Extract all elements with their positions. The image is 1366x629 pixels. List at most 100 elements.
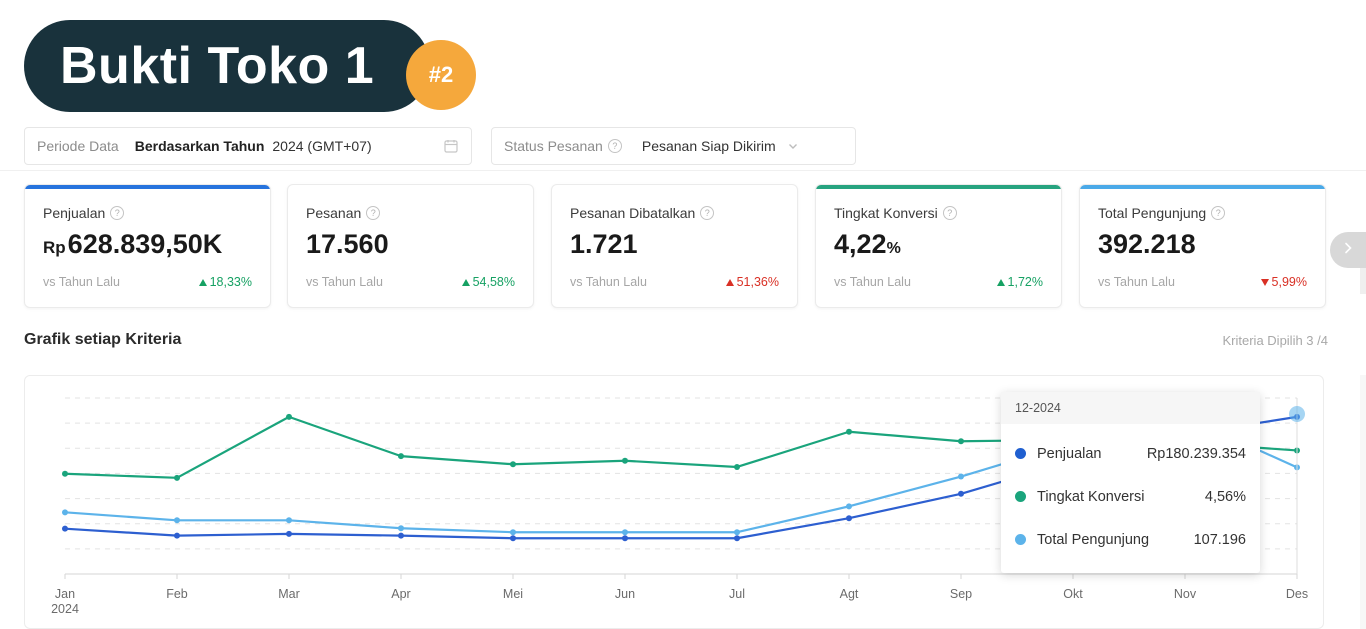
chart-point — [510, 535, 516, 542]
kpi-title: Pesanan Dibatalkan ? — [570, 205, 779, 221]
store-banner: Bukti Toko 1 #2 — [24, 20, 476, 112]
kpi-delta: 5,99% — [1260, 275, 1307, 289]
triangle-down-icon — [1260, 278, 1269, 286]
series-color-dot — [1015, 534, 1026, 545]
kpi-delta: 54,58% — [461, 275, 515, 289]
triangle-up-icon — [996, 278, 1005, 286]
filter-bar-divider — [0, 170, 1366, 171]
chart-point — [846, 428, 852, 435]
chart-point — [174, 474, 180, 481]
x-axis-year: 2024 — [51, 602, 79, 616]
kpi-card-total-pengunjung[interactable]: Total Pengunjung ? 392.218 vs Tahun Lalu… — [1079, 184, 1326, 308]
x-axis-tick: Feb — [166, 587, 188, 601]
chart-point — [398, 453, 404, 460]
kpi-delta-value: 18,33% — [209, 275, 252, 289]
triangle-up-icon — [725, 278, 734, 286]
tooltip-series-name: Penjualan — [1037, 445, 1102, 462]
chart-point — [958, 490, 964, 497]
chart-point — [622, 529, 628, 536]
chart-point — [846, 503, 852, 510]
tooltip-row: Penjualan Rp180.239.354 — [1015, 432, 1246, 475]
chart-point — [510, 461, 516, 468]
kpi-value-prefix: Rp — [43, 238, 66, 257]
tooltip-row: Total Pengunjung 107.196 — [1015, 518, 1246, 561]
chart-point — [62, 525, 68, 532]
tooltip-series-name: Total Pengunjung — [1037, 531, 1150, 548]
kpi-value: 17.560 — [306, 229, 515, 260]
kpi-value: 4,22% — [834, 229, 1043, 260]
kpi-title: Penjualan ? — [43, 205, 252, 221]
banner-pill: Bukti Toko 1 — [24, 20, 431, 112]
kpi-compare-label: vs Tahun Lalu — [1098, 275, 1175, 289]
x-axis-tick: Apr — [391, 587, 411, 601]
question-mark-icon[interactable]: ? — [942, 206, 957, 220]
chart-point — [734, 535, 740, 542]
kpi-value-number: 1.721 — [570, 229, 638, 259]
banner-rank-badge: #2 — [406, 40, 476, 110]
kpi-card-row: Penjualan ? Rp628.839,50K vs Tahun Lalu … — [0, 184, 1366, 308]
chart-section-title: Grafik setiap Kriteria — [24, 331, 182, 348]
chart-point — [62, 509, 68, 516]
x-axis-tick: Jul — [729, 587, 745, 601]
kpi-footer: vs Tahun Lalu 51,36% — [570, 275, 779, 289]
kpi-delta-value: 54,58% — [472, 275, 515, 289]
x-axis-tick: Sep — [949, 587, 973, 601]
calendar-icon[interactable] — [443, 138, 459, 154]
tooltip-series-name: Tingkat Konversi — [1037, 488, 1145, 505]
chart-point — [622, 457, 628, 464]
kpi-title-text: Tingkat Konversi — [834, 205, 938, 221]
chevron-right-icon — [1340, 240, 1356, 261]
kpi-compare-label: vs Tahun Lalu — [306, 275, 383, 289]
x-axis-tick: Mei — [502, 587, 524, 601]
kpi-value-suffix: % — [886, 240, 901, 257]
kpi-value-number: 4,22 — [834, 229, 887, 259]
kpi-title-text: Pesanan — [306, 205, 362, 221]
kpi-card-penjualan[interactable]: Penjualan ? Rp628.839,50K vs Tahun Lalu … — [24, 184, 271, 308]
period-filter[interactable]: Periode Data Berdasarkan Tahun 2024 (GMT… — [24, 127, 472, 165]
kpi-carousel-next-button[interactable] — [1330, 232, 1366, 268]
kpi-compare-label: vs Tahun Lalu — [43, 275, 120, 289]
chart-point — [62, 470, 68, 477]
chart-x-axis-labels: Jan 2024 Feb Mar Apr Mei Jun Jul Agt Sep Okt Nov Des — [25, 581, 1323, 628]
kpi-card-tingkat-konversi[interactable]: Tingkat Konversi ? 4,22% vs Tahun Lalu 1… — [815, 184, 1062, 308]
period-filter-mode: Berdasarkan Tahun — [134, 138, 265, 154]
kpi-value: 1.721 — [570, 229, 779, 260]
chevron-down-icon[interactable] — [786, 139, 800, 153]
kpi-delta: 51,36% — [725, 275, 779, 289]
chart-point — [846, 515, 852, 522]
kpi-delta-value: 1,72% — [1007, 275, 1043, 289]
triangle-up-icon — [461, 278, 470, 286]
banner-title: Bukti Toko 1 — [60, 37, 375, 95]
chart-point — [286, 413, 292, 420]
kpi-title: Tingkat Konversi ? — [834, 205, 1043, 221]
question-mark-icon[interactable]: ? — [607, 139, 622, 153]
period-filter-label: Periode Data — [37, 138, 119, 154]
question-mark-icon[interactable]: ? — [700, 206, 715, 220]
chart-point — [398, 525, 404, 532]
order-status-label: Status Pesanan — [504, 138, 603, 154]
tooltip-series-value: 107.196 — [1193, 531, 1246, 548]
question-mark-icon[interactable]: ? — [110, 206, 125, 220]
series-color-dot — [1015, 491, 1026, 502]
kpi-card-pesanan[interactable]: Pesanan ? 17.560 vs Tahun Lalu 54,58% — [287, 184, 534, 308]
x-axis-tick: Jan 2024 — [30, 587, 100, 617]
kpi-delta-value: 51,36% — [736, 275, 779, 289]
chart-hover-marker — [1289, 406, 1305, 422]
tooltip-rows: Penjualan Rp180.239.354 Tingkat Konversi 4,… — [1001, 424, 1260, 573]
x-axis-tick: Okt — [1063, 587, 1083, 601]
chart-criteria-count: Kriteria Dipilih 3 /4 — [1222, 333, 1329, 348]
kpi-footer: vs Tahun Lalu 18,33% — [43, 275, 252, 289]
kpi-value-number: 628.839,50K — [67, 229, 223, 259]
kpi-card-pesanan-dibatalkan[interactable]: Pesanan Dibatalkan ? 1.721 vs Tahun Lalu… — [551, 184, 798, 308]
kpi-footer: vs Tahun Lalu 54,58% — [306, 275, 515, 289]
kpi-title: Pesanan ? — [306, 205, 515, 221]
x-axis-tick: Mar — [278, 587, 300, 601]
kpi-compare-label: vs Tahun Lalu — [834, 275, 911, 289]
question-mark-icon[interactable]: ? — [1211, 206, 1226, 220]
chart-point — [958, 438, 964, 445]
question-mark-icon[interactable]: ? — [366, 206, 381, 220]
order-status-filter[interactable]: Status Pesanan ? Pesanan Siap Dikirim — [491, 127, 856, 165]
chart-point — [286, 517, 292, 524]
triangle-up-icon — [198, 278, 207, 286]
kpi-title-text: Pesanan Dibatalkan — [570, 205, 696, 221]
